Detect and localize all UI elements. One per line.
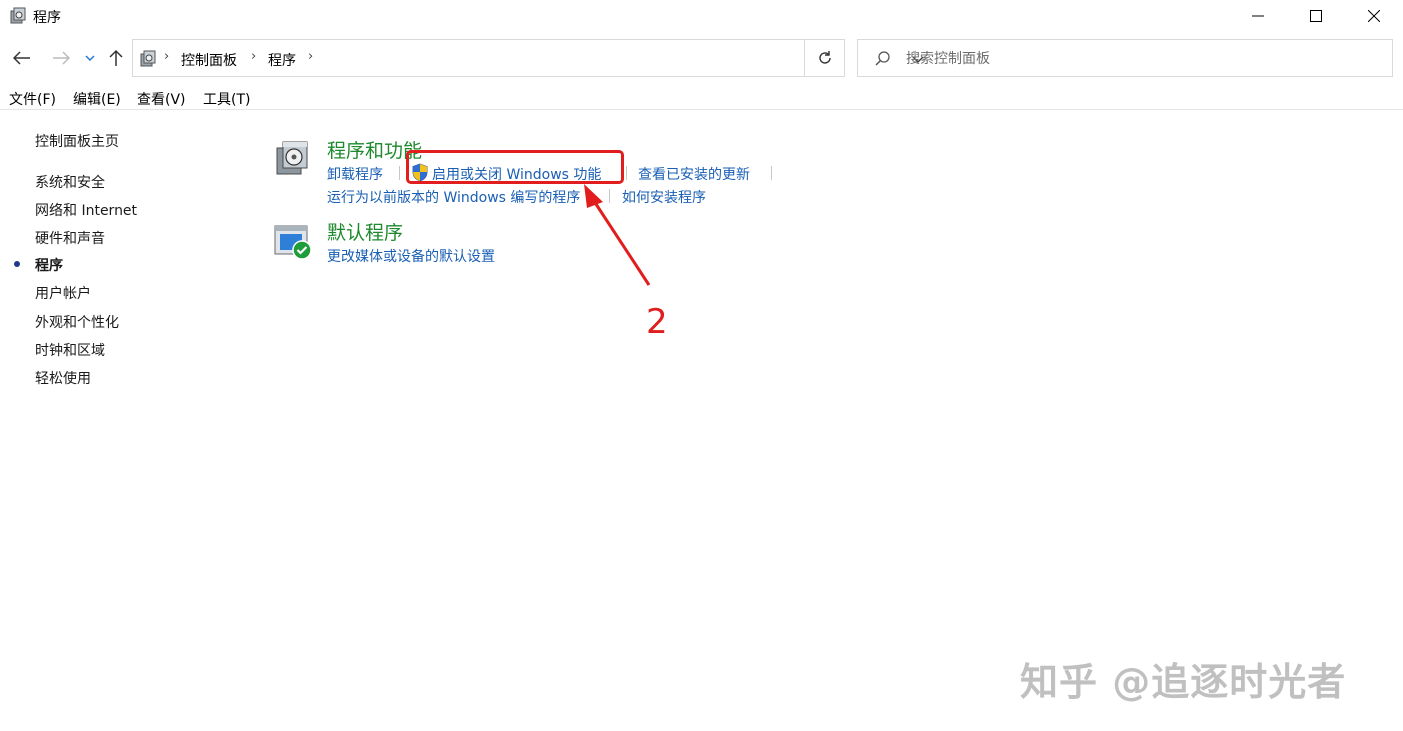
menu-edit[interactable]: 编辑(E) — [73, 89, 121, 109]
menu-file[interactable]: 文件(F) — [9, 89, 56, 109]
sidebar-item-system-security[interactable]: 系统和安全 — [35, 172, 105, 192]
menu-view[interactable]: 查看(V) — [137, 89, 186, 109]
recent-locations-button[interactable] — [80, 46, 100, 70]
minimize-button[interactable] — [1229, 0, 1287, 32]
menu-bar: 文件(F) 编辑(E) 查看(V) 工具(T) — [0, 86, 1403, 110]
annotation-highlight-box — [406, 150, 624, 184]
close-button[interactable] — [1345, 0, 1403, 32]
forward-arrow-icon — [53, 51, 70, 65]
search-box[interactable] — [857, 39, 1393, 77]
watermark: 知乎 @追逐时光者 — [1020, 660, 1347, 704]
title-bar: 程序 — [0, 0, 1403, 32]
sidebar-item-user-accounts[interactable]: 用户帐户 — [35, 283, 91, 303]
minimize-icon — [1252, 15, 1264, 17]
uninstall-program-link[interactable]: 卸载程序 — [327, 164, 383, 184]
link-separator — [771, 166, 772, 180]
programs-icon — [140, 50, 156, 67]
chevron-right-icon[interactable]: › — [164, 49, 169, 64]
address-bar[interactable]: › 控制面板 › 程序 › — [132, 39, 924, 77]
up-button[interactable] — [104, 46, 128, 70]
sidebar-home-link[interactable]: 控制面板主页 — [35, 131, 119, 151]
maximize-icon — [1310, 10, 1322, 22]
refresh-button[interactable] — [805, 39, 845, 77]
refresh-icon — [818, 51, 831, 64]
close-icon — [1368, 10, 1380, 22]
sidebar-item-programs[interactable]: 程序 — [35, 255, 63, 275]
sidebar-item-network-internet[interactable]: 网络和 Internet — [35, 200, 137, 220]
search-icon — [875, 51, 890, 66]
programs-features-icon[interactable] — [274, 138, 312, 178]
active-bullet-icon — [14, 261, 20, 267]
forward-button[interactable] — [49, 46, 73, 70]
default-programs-icon[interactable] — [274, 225, 314, 261]
chevron-right-icon[interactable]: › — [251, 49, 256, 64]
run-older-programs-link[interactable]: 运行为以前版本的 Windows 编写的程序 — [327, 187, 580, 207]
breadcrumb-programs[interactable]: 程序 — [268, 50, 296, 70]
back-arrow-icon — [13, 51, 30, 65]
search-input[interactable] — [906, 48, 1376, 70]
chevron-right-icon[interactable]: › — [308, 49, 313, 64]
change-media-defaults-link[interactable]: 更改媒体或设备的默认设置 — [327, 246, 495, 266]
programs-icon — [10, 7, 26, 24]
sidebar-item-ease-of-access[interactable]: 轻松使用 — [35, 368, 91, 388]
sidebar-item-appearance[interactable]: 外观和个性化 — [35, 312, 119, 332]
annotation-step-number: 2 — [646, 302, 668, 342]
breadcrumb-control-panel[interactable]: 控制面板 — [181, 50, 237, 70]
chevron-down-icon — [85, 55, 95, 61]
window-title: 程序 — [33, 10, 61, 26]
up-arrow-icon — [109, 49, 123, 66]
back-button[interactable] — [10, 46, 34, 70]
navigation-bar: › 控制面板 › 程序 › — [0, 38, 1403, 80]
menu-tools[interactable]: 工具(T) — [203, 89, 250, 109]
link-separator — [399, 166, 400, 180]
sidebar-item-clock-region[interactable]: 时钟和区域 — [35, 340, 105, 360]
category-default-programs-title[interactable]: 默认程序 — [327, 218, 403, 245]
annotation-arrow-icon — [584, 184, 651, 286]
link-separator — [626, 166, 627, 180]
sidebar-item-hardware-sound[interactable]: 硬件和声音 — [35, 228, 105, 248]
maximize-button[interactable] — [1287, 0, 1345, 32]
